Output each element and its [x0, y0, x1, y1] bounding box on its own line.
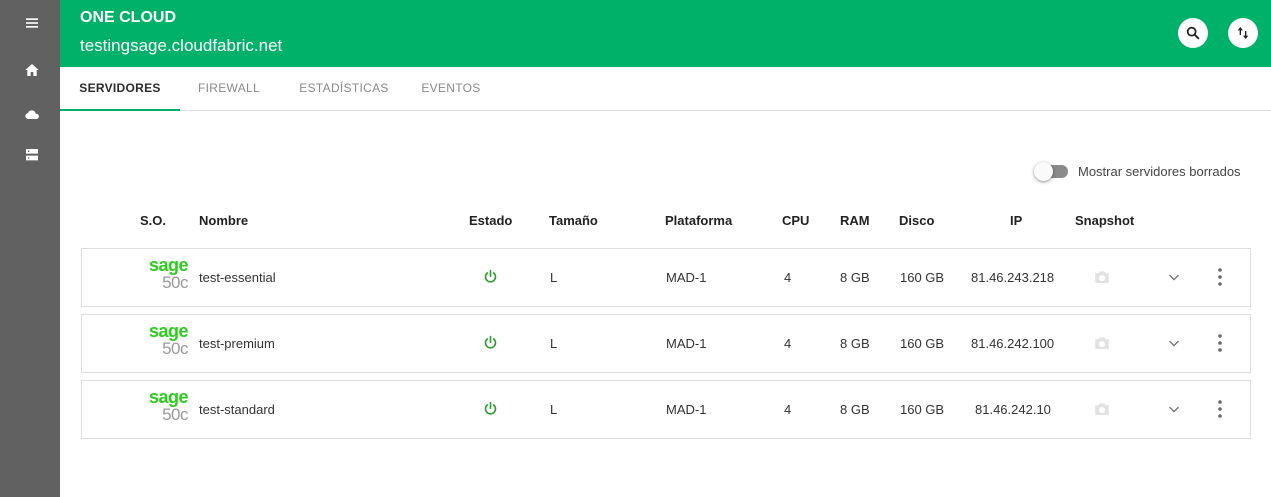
chevron-down-icon[interactable] — [1167, 270, 1181, 284]
col-header-ram: RAM — [840, 213, 870, 228]
server-ip: 81.46.242.10 — [975, 402, 1051, 417]
sidebar — [0, 0, 60, 497]
menu-icon[interactable] — [24, 15, 40, 31]
col-header-os: S.O. — [140, 213, 167, 228]
server-disk: 160 GB — [900, 402, 945, 417]
tab-firewall[interactable]: FIREWALL — [188, 67, 270, 111]
more-vert-icon[interactable] — [1216, 399, 1224, 419]
search-button[interactable] — [1178, 18, 1208, 48]
col-header-disk: Disco — [899, 213, 935, 228]
app-subtitle: testingsage.cloudfabric.net — [80, 36, 283, 55]
col-header-status: Estado — [469, 213, 513, 228]
server-ram: 8 GB — [840, 336, 870, 351]
tab-servidores[interactable]: SERVIDORES — [60, 67, 180, 111]
col-header-platform: Plataforma — [665, 213, 733, 228]
toggle-switch[interactable] — [1034, 161, 1068, 181]
sort-button[interactable] — [1228, 18, 1258, 48]
server-cpu: 4 — [784, 402, 792, 417]
sage-50c-logo: sage 50c — [148, 321, 189, 358]
more-vert-icon[interactable] — [1216, 267, 1224, 287]
col-header-size: Tamaño — [549, 213, 598, 228]
home-icon[interactable] — [24, 62, 40, 78]
cloud-icon[interactable] — [24, 107, 40, 123]
server-name: test-essential — [199, 270, 276, 285]
app-title: ONE CLOUD — [80, 9, 176, 26]
server-ip: 81.46.243.218 — [971, 270, 1055, 285]
server-ram: 8 GB — [840, 270, 870, 285]
table-row[interactable]: sage 50c test-essential L MAD-1 4 8 GB 16… — [81, 248, 1251, 307]
search-icon — [1186, 26, 1200, 40]
server-size: L — [550, 270, 558, 285]
toggle-knob — [1034, 161, 1053, 181]
more-vert-icon[interactable] — [1216, 333, 1224, 353]
app-header: ONE CLOUD testingsage.cloudfabric.net — [60, 0, 1271, 67]
sage-50c-logo: sage 50c — [148, 387, 189, 424]
col-header-ip: IP — [1010, 213, 1023, 228]
tab-estadisticas[interactable]: ESTADÍSTICAS — [288, 67, 400, 111]
table-row[interactable]: sage 50c test-premium L MAD-1 4 8 GB 160 … — [81, 314, 1251, 373]
camera-icon[interactable] — [1093, 334, 1111, 352]
col-header-snapshot: Snapshot — [1075, 213, 1135, 228]
tab-bar: SERVIDORES FIREWALL ESTADÍSTICAS EVENTOS — [60, 67, 1271, 111]
server-size: L — [550, 336, 558, 351]
server-ip: 81.46.242.100 — [971, 336, 1055, 351]
toggle-label: Mostrar servidores borrados — [1078, 163, 1241, 179]
camera-icon[interactable] — [1093, 268, 1111, 286]
power-on-icon — [483, 401, 498, 416]
server-name: test-standard — [199, 402, 275, 417]
server-cpu: 4 — [784, 336, 792, 351]
server-disk: 160 GB — [900, 270, 945, 285]
server-cpu: 4 — [784, 270, 792, 285]
chevron-down-icon[interactable] — [1167, 402, 1181, 416]
sage-50c-logo: sage 50c — [148, 255, 189, 292]
camera-icon[interactable] — [1093, 400, 1111, 418]
server-ram: 8 GB — [840, 402, 870, 417]
sort-arrows-icon — [1237, 27, 1249, 39]
show-deleted-toggle[interactable]: Mostrar servidores borrados — [1034, 161, 1241, 181]
server-icon[interactable] — [24, 147, 40, 163]
power-on-icon — [483, 269, 498, 284]
server-size: L — [550, 402, 558, 417]
col-header-name: Nombre — [199, 213, 249, 228]
tab-eventos[interactable]: EVENTOS — [412, 67, 490, 111]
server-platform: MAD-1 — [666, 270, 707, 285]
server-platform: MAD-1 — [666, 336, 707, 351]
server-name: test-premium — [199, 336, 275, 351]
chevron-down-icon[interactable] — [1167, 336, 1181, 350]
power-on-icon — [483, 335, 498, 350]
server-disk: 160 GB — [900, 336, 945, 351]
col-header-cpu: CPU — [782, 213, 810, 228]
server-platform: MAD-1 — [666, 402, 707, 417]
table-row[interactable]: sage 50c test-standard L MAD-1 4 8 GB 160… — [81, 380, 1251, 439]
